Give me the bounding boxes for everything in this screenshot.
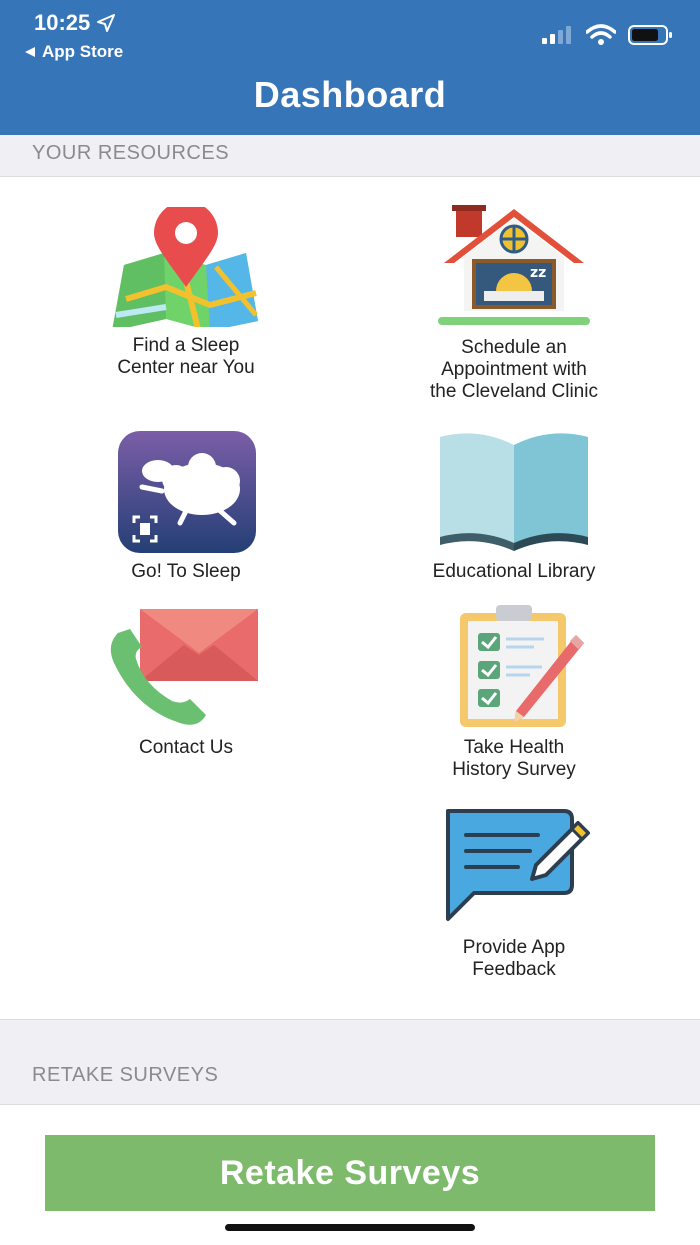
house-sleep-icon: zz [438, 205, 590, 325]
app-feedback-label: Provide App Feedback [462, 937, 566, 980]
educational-library-tile[interactable]: Educational Library [364, 431, 664, 583]
surveys-section-header: RETAKE SURVEYS [0, 1064, 700, 1104]
status-indicators [542, 24, 674, 46]
go-to-sleep-label: Go! To Sleep [131, 561, 241, 582]
educational-library-label: Educational Library [432, 561, 596, 582]
find-sleep-center-tile[interactable]: Find a Sleep Center near You [36, 207, 336, 379]
status-time-text: 10:25 [34, 10, 91, 35]
contact-us-label: Contact Us [139, 737, 233, 758]
map-pin-icon [112, 207, 258, 327]
schedule-appointment-label: Schedule an Appointment with the Clevela… [430, 337, 598, 402]
svg-text:zz: zz [530, 265, 546, 281]
open-book-icon [440, 433, 588, 551]
sheep-app-icon [118, 431, 256, 553]
resources-section-header: YOUR RESOURCES [0, 142, 700, 176]
back-label: App Store [42, 42, 124, 61]
feedback-bubble-icon [446, 809, 591, 921]
back-to-app-store[interactable]: App Store [24, 42, 123, 62]
go-to-sleep-tile[interactable]: Go! To Sleep [36, 431, 336, 583]
location-arrow-icon [97, 14, 116, 32]
back-triangle-icon [25, 47, 35, 57]
find-sleep-center-label: Find a Sleep Center near You [117, 335, 255, 378]
health-history-survey-label: Take Health History Survey [452, 737, 576, 780]
app-feedback-tile[interactable]: Provide App Feedback [364, 805, 664, 981]
surveys-header-text: RETAKE SURVEYS [32, 1064, 219, 1086]
battery-icon [628, 25, 672, 45]
resources-header-text: YOUR RESOURCES [32, 142, 230, 164]
schedule-appointment-tile[interactable]: zz Schedule an Appointment with the Clev… [364, 205, 664, 403]
wifi-icon [586, 24, 616, 45]
navigation-header: 10:25 App Store Dashboard [0, 0, 700, 135]
cellular-signal-icon [542, 26, 571, 44]
resources-panel: Find a Sleep Center near You zz Schedule… [0, 176, 700, 1020]
home-indicator[interactable] [225, 1224, 475, 1231]
clipboard-checklist-icon [460, 605, 584, 727]
retake-surveys-button[interactable]: Retake Surveys [45, 1135, 655, 1211]
status-time: 10:25 [34, 10, 116, 36]
health-history-survey-tile[interactable]: Take Health History Survey [364, 605, 664, 781]
page-title: Dashboard [253, 74, 447, 115]
contact-us-tile[interactable]: Contact Us [36, 607, 336, 759]
phone-mail-icon [110, 609, 258, 725]
